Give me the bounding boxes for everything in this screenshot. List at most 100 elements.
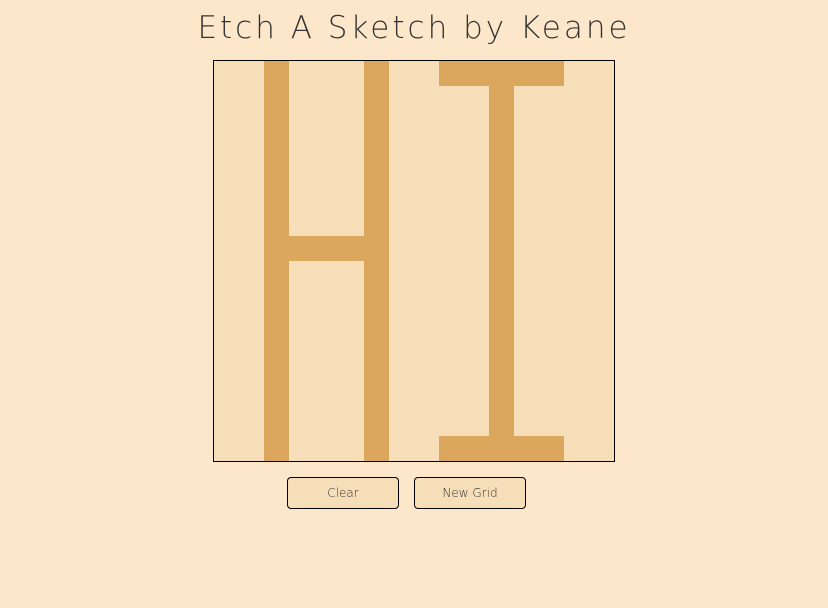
grid-cell[interactable] <box>489 211 514 236</box>
grid-cell[interactable] <box>314 436 339 461</box>
grid-cell[interactable] <box>514 411 539 436</box>
grid-cell[interactable] <box>239 311 264 336</box>
grid-cell[interactable] <box>264 261 289 286</box>
grid-cell[interactable] <box>214 186 239 211</box>
grid-cell[interactable] <box>339 136 364 161</box>
grid-cell[interactable] <box>264 236 289 261</box>
grid-cell[interactable] <box>539 286 564 311</box>
grid-cell[interactable] <box>414 311 439 336</box>
grid-cell[interactable] <box>264 86 289 111</box>
grid-cell[interactable] <box>464 111 489 136</box>
grid-cell[interactable] <box>539 61 564 86</box>
grid-cell[interactable] <box>439 436 464 461</box>
grid-cell[interactable] <box>339 336 364 361</box>
grid-cell[interactable] <box>364 111 389 136</box>
grid-cell[interactable] <box>514 261 539 286</box>
grid-cell[interactable] <box>539 411 564 436</box>
grid-cell[interactable] <box>314 61 339 86</box>
grid-cell[interactable] <box>514 311 539 336</box>
grid-cell[interactable] <box>339 211 364 236</box>
grid-cell[interactable] <box>564 361 589 386</box>
grid-cell[interactable] <box>539 111 564 136</box>
grid-cell[interactable] <box>514 286 539 311</box>
grid-cell[interactable] <box>539 86 564 111</box>
grid-cell[interactable] <box>289 61 314 86</box>
grid-cell[interactable] <box>314 286 339 311</box>
grid-cell[interactable] <box>339 161 364 186</box>
grid-cell[interactable] <box>239 261 264 286</box>
grid-cell[interactable] <box>489 161 514 186</box>
grid-cell[interactable] <box>389 161 414 186</box>
grid-cell[interactable] <box>564 136 589 161</box>
grid-cell[interactable] <box>289 411 314 436</box>
grid-cell[interactable] <box>439 111 464 136</box>
grid-cell[interactable] <box>489 386 514 411</box>
grid-cell[interactable] <box>514 436 539 461</box>
grid-cell[interactable] <box>214 436 239 461</box>
grid-cell[interactable] <box>289 111 314 136</box>
grid-cell[interactable] <box>589 186 614 211</box>
grid-cell[interactable] <box>239 61 264 86</box>
grid-cell[interactable] <box>389 236 414 261</box>
grid-cell[interactable] <box>414 136 439 161</box>
grid-cell[interactable] <box>314 161 339 186</box>
grid-cell[interactable] <box>589 336 614 361</box>
grid-cell[interactable] <box>589 136 614 161</box>
grid-cell[interactable] <box>514 136 539 161</box>
grid-cell[interactable] <box>589 61 614 86</box>
grid-cell[interactable] <box>364 286 389 311</box>
grid-cell[interactable] <box>339 436 364 461</box>
grid-cell[interactable] <box>314 86 339 111</box>
grid-cell[interactable] <box>564 161 589 186</box>
grid-cell[interactable] <box>364 261 389 286</box>
grid-cell[interactable] <box>464 161 489 186</box>
grid-cell[interactable] <box>264 186 289 211</box>
grid-cell[interactable] <box>514 386 539 411</box>
grid-cell[interactable] <box>464 411 489 436</box>
grid-cell[interactable] <box>589 436 614 461</box>
grid-cell[interactable] <box>289 186 314 211</box>
grid-cell[interactable] <box>289 161 314 186</box>
grid-cell[interactable] <box>589 161 614 186</box>
grid-cell[interactable] <box>289 311 314 336</box>
grid-cell[interactable] <box>489 261 514 286</box>
grid-cell[interactable] <box>389 436 414 461</box>
grid-cell[interactable] <box>264 136 289 161</box>
grid-cell[interactable] <box>589 361 614 386</box>
grid-cell[interactable] <box>539 161 564 186</box>
grid-cell[interactable] <box>439 186 464 211</box>
grid-cell[interactable] <box>364 436 389 461</box>
grid-cell[interactable] <box>314 186 339 211</box>
grid-cell[interactable] <box>564 386 589 411</box>
grid-cell[interactable] <box>214 411 239 436</box>
grid-cell[interactable] <box>489 436 514 461</box>
grid-cell[interactable] <box>364 161 389 186</box>
grid-cell[interactable] <box>539 336 564 361</box>
grid-cell[interactable] <box>414 411 439 436</box>
grid-cell[interactable] <box>464 336 489 361</box>
grid-cell[interactable] <box>214 311 239 336</box>
grid-cell[interactable] <box>264 161 289 186</box>
grid-cell[interactable] <box>539 136 564 161</box>
grid-cell[interactable] <box>589 236 614 261</box>
grid-cell[interactable] <box>464 386 489 411</box>
grid-cell[interactable] <box>464 86 489 111</box>
grid-cell[interactable] <box>389 111 414 136</box>
grid-cell[interactable] <box>289 286 314 311</box>
grid-cell[interactable] <box>314 311 339 336</box>
grid-cell[interactable] <box>364 311 389 336</box>
grid-cell[interactable] <box>464 61 489 86</box>
grid-cell[interactable] <box>264 211 289 236</box>
grid-cell[interactable] <box>364 236 389 261</box>
grid-cell[interactable] <box>239 336 264 361</box>
grid-cell[interactable] <box>239 411 264 436</box>
grid-cell[interactable] <box>439 211 464 236</box>
grid-cell[interactable] <box>289 211 314 236</box>
grid-cell[interactable] <box>414 86 439 111</box>
grid-cell[interactable] <box>264 61 289 86</box>
grid-cell[interactable] <box>489 86 514 111</box>
grid-cell[interactable] <box>489 236 514 261</box>
grid-cell[interactable] <box>464 261 489 286</box>
grid-cell[interactable] <box>514 61 539 86</box>
grid-cell[interactable] <box>239 211 264 236</box>
